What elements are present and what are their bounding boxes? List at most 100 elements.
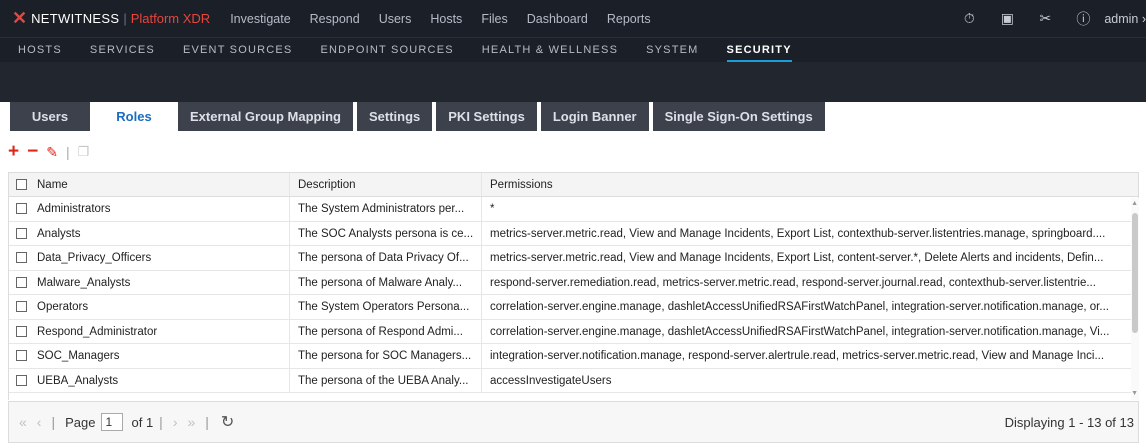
logo[interactable]: ✕ NETWITNESS | Platform XDR [12, 8, 210, 29]
brand-separator: | [123, 11, 127, 26]
role-description: The persona of Respond Admi... [290, 319, 482, 343]
role-permissions: correlation-server.engine.manage, dashle… [490, 325, 1110, 338]
page-count-label: of 1 [131, 414, 154, 430]
refresh-icon[interactable]: ↻ [221, 412, 234, 432]
subnav-endpoint-sources[interactable]: ENDPOINT SOURCES [320, 38, 453, 63]
tab-pki-settings[interactable]: PKI Settings [436, 102, 537, 131]
pager-divider: | [159, 414, 163, 430]
row-checkbox[interactable] [15, 301, 27, 313]
grid-header: Name Description Permissions [9, 173, 1138, 197]
row-checkbox-cell [9, 344, 33, 368]
prev-page-icon[interactable]: ‹ [37, 414, 42, 430]
role-permissions: * [490, 203, 495, 215]
role-name: Administrators [33, 197, 290, 221]
user-name: admin [1104, 11, 1139, 26]
row-checkbox[interactable] [15, 252, 27, 264]
tools-icon[interactable]: ✂ [1036, 10, 1054, 27]
scroll-down-icon[interactable]: ▼ [1131, 390, 1138, 397]
scroll-up-icon[interactable]: ▲ [1131, 200, 1138, 207]
column-header-description[interactable]: Description [290, 173, 482, 196]
column-header-name[interactable]: Name [33, 173, 290, 196]
role-description: The persona of Data Privacy Of... [290, 246, 482, 270]
tab-sso-settings[interactable]: Single Sign-On Settings [652, 102, 825, 131]
table-row[interactable]: Administrators The System Administrators… [9, 197, 1138, 222]
row-checkbox-cell [9, 197, 33, 221]
grid-scrollbar-thumb[interactable] [1132, 213, 1138, 333]
add-icon[interactable]: + [8, 141, 19, 163]
main-nav: Investigate Respond Users Hosts Files Da… [230, 12, 669, 26]
subnav-hosts[interactable]: HOSTS [18, 38, 62, 63]
row-checkbox[interactable] [15, 374, 27, 386]
role-description: The persona of the UEBA Analy... [290, 368, 482, 392]
subnav-services[interactable]: SERVICES [90, 38, 155, 63]
roles-toolbar: + − ✎ | ❐ [8, 141, 97, 163]
role-permissions: correlation-server.engine.manage, dashle… [490, 301, 1109, 313]
table-row[interactable]: SOC_Managers The persona for SOC Manager… [9, 344, 1138, 369]
role-permissions: metrics-server.metric.read, View and Man… [490, 252, 1104, 264]
nav-respond[interactable]: Respond [310, 12, 360, 26]
first-page-icon[interactable]: « [19, 414, 27, 430]
help-icon[interactable]: ⓘ [1074, 9, 1092, 29]
nav-investigate[interactable]: Investigate [230, 12, 290, 26]
subnav-event-sources[interactable]: EVENT SOURCES [183, 38, 293, 63]
nav-reports[interactable]: Reports [607, 12, 651, 26]
tab-roles[interactable]: Roles [94, 102, 174, 131]
subnav-security[interactable]: SECURITY [726, 38, 792, 63]
user-menu[interactable]: admin › [1104, 12, 1146, 26]
netwitness-logo-icon: ✕ [12, 8, 28, 28]
role-permissions: accessInvestigateUsers [490, 374, 612, 387]
column-header-permissions[interactable]: Permissions [482, 173, 1126, 196]
table-row[interactable]: Respond_Administrator The persona of Res… [9, 319, 1138, 344]
role-name: Operators [33, 295, 290, 319]
nav-users[interactable]: Users [379, 12, 412, 26]
row-checkbox[interactable] [15, 276, 27, 288]
last-page-icon[interactable]: » [187, 414, 195, 430]
role-permissions: integration-server.notification.manage, … [490, 350, 1105, 362]
row-checkbox[interactable] [15, 350, 27, 362]
row-checkbox[interactable] [15, 203, 27, 215]
copy-icon[interactable]: ❐ [78, 144, 90, 160]
tab-settings[interactable]: Settings [356, 102, 433, 131]
table-row[interactable]: Data_Privacy_Officers The persona of Dat… [9, 246, 1138, 271]
product-name: Platform XDR [130, 11, 211, 26]
nav-right-tools: ⏱ ▣ ✂ ⓘ admin › [940, 0, 1146, 37]
table-row[interactable]: UEBA_Analysts The persona of the UEBA An… [9, 368, 1138, 393]
page-number-input[interactable] [101, 413, 124, 431]
subnav-system[interactable]: SYSTEM [646, 38, 698, 63]
row-checkbox-cell [9, 320, 33, 344]
edit-icon[interactable]: ✎ [46, 144, 58, 161]
tab-external-group-mapping[interactable]: External Group Mapping [178, 102, 353, 131]
tab-login-banner[interactable]: Login Banner [540, 102, 649, 131]
grid-footer: « ‹ | Page of 1 | › » | ↻ Displaying 1 -… [8, 401, 1139, 443]
row-checkbox[interactable] [15, 325, 27, 337]
role-permissions: metrics-server.metric.read, View and Man… [490, 227, 1106, 240]
roles-grid: Name Description Permissions Administrat… [8, 172, 1139, 400]
security-tabs-bar: Users Roles External Group Mapping Setti… [0, 62, 1146, 131]
row-checkbox-cell [9, 369, 33, 393]
row-checkbox[interactable] [15, 227, 27, 239]
notepad-icon[interactable]: ▣ [998, 10, 1016, 27]
top-navigation: ✕ NETWITNESS | Platform XDR Investigate … [0, 0, 1146, 37]
nav-dashboard[interactable]: Dashboard [527, 12, 588, 26]
table-row[interactable]: Operators The System Operators Persona..… [9, 295, 1138, 320]
role-description: The System Operators Persona... [290, 295, 482, 319]
remove-icon[interactable]: − [27, 141, 38, 163]
table-row[interactable]: Malware_Analysts The persona of Malware … [9, 270, 1138, 295]
role-description: The persona for SOC Managers... [290, 344, 482, 368]
row-checkbox-cell [9, 295, 33, 319]
row-checkbox-cell [9, 222, 33, 246]
display-range-text: Displaying 1 - 13 of 13 [1004, 414, 1134, 430]
role-description: The SOC Analysts persona is ce... [290, 221, 482, 245]
nav-files[interactable]: Files [481, 12, 507, 26]
admin-subnav: HOSTS SERVICES EVENT SOURCES ENDPOINT SO… [0, 37, 1146, 63]
brand-name: NETWITNESS [31, 11, 120, 26]
next-page-icon[interactable]: › [173, 414, 178, 430]
select-all-checkbox[interactable] [15, 179, 27, 190]
nav-hosts[interactable]: Hosts [430, 12, 462, 26]
subnav-health-wellness[interactable]: HEALTH & WELLNESS [482, 38, 618, 63]
row-checkbox-cell [9, 271, 33, 295]
tab-users[interactable]: Users [10, 102, 90, 131]
timer-icon[interactable]: ⏱ [960, 10, 978, 27]
row-checkbox-cell [9, 246, 33, 270]
table-row[interactable]: Analysts The SOC Analysts persona is ce.… [9, 221, 1138, 246]
